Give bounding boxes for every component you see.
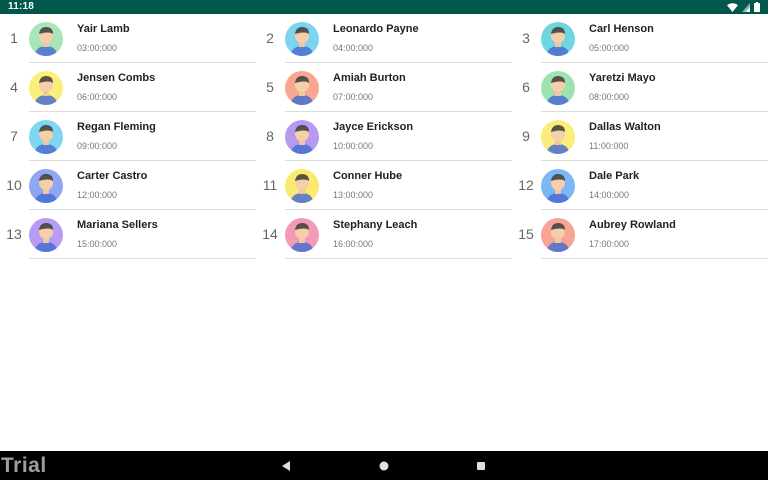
contact-time: 09:00:000 — [77, 141, 118, 151]
trial-watermark: Trial — [1, 454, 47, 477]
contact-item-7[interactable]: 7 Regan Fleming 09:00:000 — [0, 112, 256, 161]
contact-item-9[interactable]: 9 Dallas Walton 11:00:000 — [512, 112, 768, 161]
contact-time: 06:00:000 — [77, 92, 118, 102]
contact-item-1[interactable]: 1 Yair Lamb 03:00:000 — [0, 14, 256, 63]
contact-name: Regan Fleming — [77, 121, 156, 133]
contact-item-6[interactable]: 6 Yaretzi Mayo 08:00:000 — [512, 63, 768, 112]
contact-time: 04:00:000 — [333, 43, 374, 53]
contact-index: 11 — [262, 177, 278, 193]
user-avatar-icon — [285, 169, 319, 203]
user-avatar-icon — [285, 120, 319, 154]
user-avatar-icon — [541, 71, 575, 105]
contact-name: Dale Park — [589, 170, 640, 182]
contact-item-8[interactable]: 8 Jayce Erickson 10:00:000 — [256, 112, 512, 161]
user-avatar-icon — [541, 169, 575, 203]
contact-time: 17:00:000 — [589, 239, 630, 249]
contact-name: Aubrey Rowland — [589, 219, 676, 231]
contact-time: 16:00:000 — [333, 239, 374, 249]
user-avatar-icon — [541, 22, 575, 56]
contact-name: Amiah Burton — [333, 72, 406, 84]
contact-item-11[interactable]: 11 Conner Hube 13:00:000 — [256, 161, 512, 210]
user-avatar-icon — [29, 120, 63, 154]
recents-icon — [477, 462, 485, 470]
contact-name: Stephany Leach — [333, 219, 418, 231]
contact-name: Carter Castro — [77, 170, 148, 182]
contact-time: 11:00:000 — [589, 141, 629, 151]
home-button[interactable] — [377, 459, 391, 473]
contact-name: Leonardo Payne — [333, 23, 419, 35]
contact-time: 13:00:000 — [333, 190, 374, 200]
row-divider — [29, 258, 256, 259]
contact-item-4[interactable]: 4 Jensen Combs 06:00:000 — [0, 63, 256, 112]
contact-time: 10:00:000 — [333, 141, 374, 151]
contact-item-13[interactable]: 13 Mariana Sellers 15:00:000 — [0, 210, 256, 259]
signal-icon — [742, 2, 750, 12]
contact-index: 2 — [266, 30, 274, 46]
row-divider — [285, 258, 512, 259]
contact-index: 3 — [522, 30, 530, 46]
user-avatar-icon — [285, 71, 319, 105]
contact-item-10[interactable]: 10 Carter Castro 12:00:000 — [0, 161, 256, 210]
user-avatar-icon — [29, 218, 63, 252]
contact-time: 15:00:000 — [77, 239, 118, 249]
user-avatar-icon — [29, 71, 63, 105]
back-icon — [282, 461, 290, 471]
contact-name: Conner Hube — [333, 170, 403, 182]
battery-icon — [754, 2, 760, 12]
user-avatar-icon — [285, 218, 319, 252]
contact-time: 03:00:000 — [77, 43, 118, 53]
contact-item-14[interactable]: 14 Stephany Leach 16:00:000 — [256, 210, 512, 259]
contact-item-5[interactable]: 5 Amiah Burton 07:00:000 — [256, 63, 512, 112]
status-time: 11:18 — [8, 1, 35, 12]
navigation-bar: Trial — [0, 451, 768, 480]
contact-name: Mariana Sellers — [77, 219, 158, 231]
contact-name: Carl Henson — [589, 23, 654, 35]
contact-index: 4 — [10, 79, 18, 95]
contact-index: 14 — [262, 226, 278, 242]
contact-time: 14:00:000 — [589, 190, 630, 200]
contact-name: Dallas Walton — [589, 121, 661, 133]
contact-index: 9 — [522, 128, 530, 144]
home-icon — [379, 461, 389, 471]
contact-item-12[interactable]: 12 Dale Park 14:00:000 — [512, 161, 768, 210]
user-avatar-icon — [285, 22, 319, 56]
status-bar: 11:18 — [0, 0, 768, 14]
contact-index: 15 — [518, 226, 534, 242]
contact-index: 8 — [266, 128, 274, 144]
contact-index: 7 — [10, 128, 18, 144]
contact-item-15[interactable]: 15 Aubrey Rowland 17:00:000 — [512, 210, 768, 259]
back-button[interactable] — [280, 459, 294, 473]
contact-time: 07:00:000 — [333, 92, 374, 102]
user-avatar-icon — [29, 22, 63, 56]
contact-time: 08:00:000 — [589, 92, 630, 102]
user-avatar-icon — [29, 169, 63, 203]
contact-index: 5 — [266, 79, 274, 95]
wifi-icon — [727, 2, 738, 12]
contact-name: Yaretzi Mayo — [589, 72, 656, 84]
contact-name: Yair Lamb — [77, 23, 130, 35]
contact-item-3[interactable]: 3 Carl Henson 05:00:000 — [512, 14, 768, 63]
user-avatar-icon — [541, 120, 575, 154]
row-divider — [541, 258, 768, 259]
status-icons — [727, 2, 760, 12]
user-avatar-icon — [541, 218, 575, 252]
contact-time: 12:00:000 — [77, 190, 118, 200]
contact-name: Jensen Combs — [77, 72, 156, 84]
contact-item-2[interactable]: 2 Leonardo Payne 04:00:000 — [256, 14, 512, 63]
recents-button[interactable] — [474, 459, 488, 473]
contact-time: 05:00:000 — [589, 43, 630, 53]
contact-name: Jayce Erickson — [333, 121, 414, 133]
contact-index: 10 — [6, 177, 22, 193]
contact-index: 1 — [10, 30, 18, 46]
contact-index: 6 — [522, 79, 530, 95]
contact-grid: 1 Yair Lamb 03:00:000 2 Leonardo Payne 0… — [0, 14, 768, 259]
contact-index: 13 — [6, 226, 22, 242]
contact-index: 12 — [518, 177, 534, 193]
